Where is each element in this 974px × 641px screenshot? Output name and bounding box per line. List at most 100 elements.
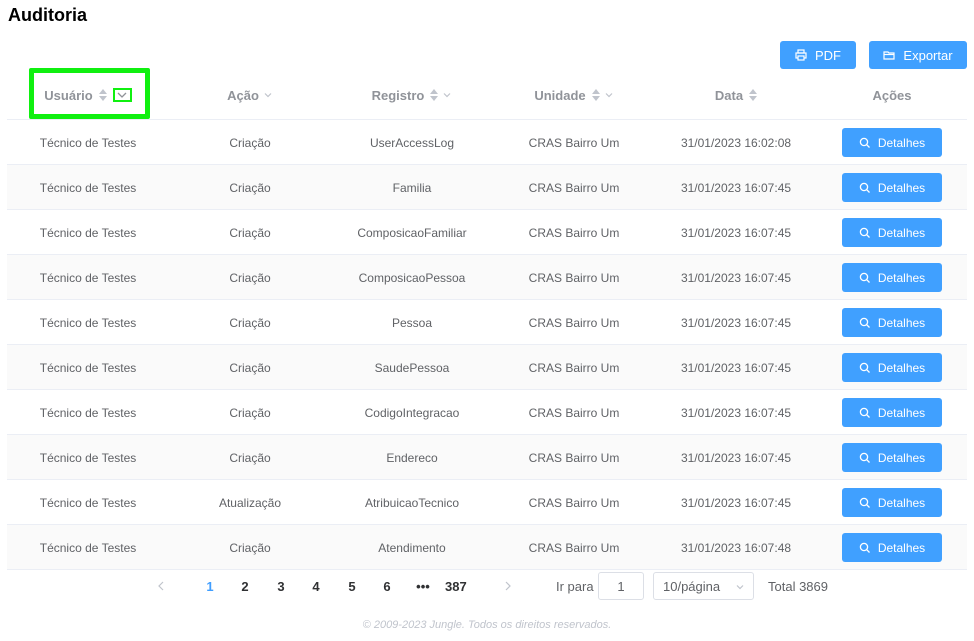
cell-usuario: Técnico de Testes xyxy=(39,225,137,240)
column-header-acao-label: Ação xyxy=(227,87,259,103)
table-header: Usuário Ação Registro Unidade Data Ações xyxy=(7,68,967,120)
page-6[interactable]: 6 xyxy=(377,572,397,600)
column-header-data[interactable]: Data xyxy=(655,70,817,120)
details-button-label: Detalhes xyxy=(877,495,926,510)
cell-registro: ComposicaoFamiliar xyxy=(357,225,467,240)
column-header-registro[interactable]: Registro xyxy=(331,70,493,120)
details-button-label: Detalhes xyxy=(877,225,926,240)
column-header-unidade-label: Unidade xyxy=(534,87,586,103)
details-button[interactable]: Detalhes xyxy=(842,128,942,157)
filter-chevron-icon[interactable] xyxy=(263,90,273,100)
details-button-label: Detalhes xyxy=(877,360,926,375)
cell-usuario: Técnico de Testes xyxy=(39,405,137,420)
search-icon xyxy=(859,452,870,463)
column-header-acao[interactable]: Ação xyxy=(169,70,331,120)
search-icon xyxy=(859,497,870,508)
page-1[interactable]: 1 xyxy=(200,572,220,600)
cell-data: 31/01/2023 16:07:45 xyxy=(680,180,792,195)
search-icon xyxy=(859,272,870,283)
cell-registro: Endereco xyxy=(386,450,438,465)
cell-unidade: CRAS Bairro Um xyxy=(528,450,620,465)
details-button[interactable]: Detalhes xyxy=(842,533,942,562)
printer-icon xyxy=(795,49,807,61)
column-header-usuario[interactable]: Usuário xyxy=(7,70,169,120)
more-pages-ellipsis[interactable]: ••• xyxy=(413,572,433,600)
filter-chevron-icon[interactable] xyxy=(442,90,452,100)
cell-acao: Criação xyxy=(229,405,271,420)
cell-unidade: CRAS Bairro Um xyxy=(528,540,620,555)
cell-unidade: CRAS Bairro Um xyxy=(528,180,620,195)
cell-acao: Criação xyxy=(229,450,271,465)
sort-caret-icon[interactable] xyxy=(591,89,600,101)
page-4[interactable]: 4 xyxy=(306,572,326,600)
folder-icon xyxy=(883,51,896,60)
column-header-unidade[interactable]: Unidade xyxy=(493,70,655,120)
page-2[interactable]: 2 xyxy=(235,572,255,600)
pdf-button[interactable]: PDF xyxy=(780,41,856,69)
details-button-label: Detalhes xyxy=(877,315,926,330)
prev-page-icon[interactable] xyxy=(151,572,171,600)
pdf-button-label: PDF xyxy=(815,47,841,63)
cell-usuario: Técnico de Testes xyxy=(39,495,137,510)
details-button-label: Detalhes xyxy=(877,405,926,420)
details-button[interactable]: Detalhes xyxy=(842,398,942,427)
cell-data: 31/01/2023 16:07:45 xyxy=(680,495,792,510)
pagination: 1 2 3 4 5 6 ••• 387 Ir para 1 10/página … xyxy=(0,572,974,600)
cell-registro: CodigoIntegracao xyxy=(364,405,460,420)
cell-usuario: Técnico de Testes xyxy=(39,270,137,285)
table-row: Técnico de Testes Criação ComposicaoFamili… xyxy=(7,210,967,255)
table-body: Técnico de Testes Criação UserAccessLog CRA… xyxy=(7,120,967,570)
sort-caret-icon[interactable] xyxy=(430,89,439,101)
page-last[interactable]: 387 xyxy=(445,572,467,600)
page-size-select[interactable]: 10/página xyxy=(653,572,754,600)
details-button[interactable]: Detalhes xyxy=(842,443,942,472)
details-button-label: Detalhes xyxy=(877,270,926,285)
search-icon xyxy=(859,182,870,193)
details-button[interactable]: Detalhes xyxy=(842,218,942,247)
details-button[interactable]: Detalhes xyxy=(842,173,942,202)
cell-acao: Criação xyxy=(229,135,271,150)
table-row: Técnico de Testes Criação SaudePessoa CRAS … xyxy=(7,345,967,390)
cell-usuario: Técnico de Testes xyxy=(39,540,137,555)
cell-registro: SaudePessoa xyxy=(374,360,450,375)
cell-usuario: Técnico de Testes xyxy=(39,315,137,330)
table-row: Técnico de Testes Criação CodigoIntegracao… xyxy=(7,390,967,435)
filter-chevron-icon[interactable] xyxy=(604,90,614,100)
footer-copyright: © 2009-2023 Jungle. Todos os direitos re… xyxy=(362,619,612,631)
next-page-icon[interactable] xyxy=(498,572,518,600)
export-button[interactable]: Exportar xyxy=(869,41,967,69)
details-button[interactable]: Detalhes xyxy=(842,263,942,292)
cell-unidade: CRAS Bairro Um xyxy=(528,495,620,510)
cell-acao: Criação xyxy=(229,315,271,330)
page-5[interactable]: 5 xyxy=(342,572,362,600)
details-button-label: Detalhes xyxy=(877,135,926,150)
page-size-value: 10/página xyxy=(663,578,721,594)
column-header-acoes: Ações xyxy=(817,70,967,120)
cell-usuario: Técnico de Testes xyxy=(39,450,137,465)
filter-chevron-icon[interactable] xyxy=(112,88,132,102)
table-row: Técnico de Testes Criação UserAccessLog CRA… xyxy=(7,120,967,165)
cell-unidade: CRAS Bairro Um xyxy=(528,405,620,420)
cell-data: 31/01/2023 16:07:45 xyxy=(680,450,792,465)
search-icon xyxy=(859,362,870,373)
details-button[interactable]: Detalhes xyxy=(842,308,942,337)
cell-registro: UserAccessLog xyxy=(369,135,455,150)
column-header-data-label: Data xyxy=(714,87,744,103)
details-button[interactable]: Detalhes xyxy=(842,353,942,382)
table-row: Técnico de Testes Criação Endereco CRAS Bai… xyxy=(7,435,967,480)
cell-registro: AtribuicaoTecnico xyxy=(364,495,460,510)
cell-usuario: Técnico de Testes xyxy=(39,360,137,375)
cell-data: 31/01/2023 16:07:45 xyxy=(680,405,792,420)
cell-unidade: CRAS Bairro Um xyxy=(528,270,620,285)
cell-data: 31/01/2023 16:07:48 xyxy=(680,540,792,555)
cell-data: 31/01/2023 16:07:45 xyxy=(680,270,792,285)
table-row: Técnico de Testes Criação Familia CRAS Bair… xyxy=(7,165,967,210)
details-button[interactable]: Detalhes xyxy=(842,488,942,517)
page-3[interactable]: 3 xyxy=(271,572,291,600)
cell-unidade: CRAS Bairro Um xyxy=(528,225,620,240)
sort-caret-icon[interactable] xyxy=(749,89,758,101)
goto-page-input[interactable]: 1 xyxy=(598,572,644,600)
search-icon xyxy=(859,137,870,148)
sort-caret-icon[interactable] xyxy=(98,89,107,101)
search-icon xyxy=(859,407,870,418)
